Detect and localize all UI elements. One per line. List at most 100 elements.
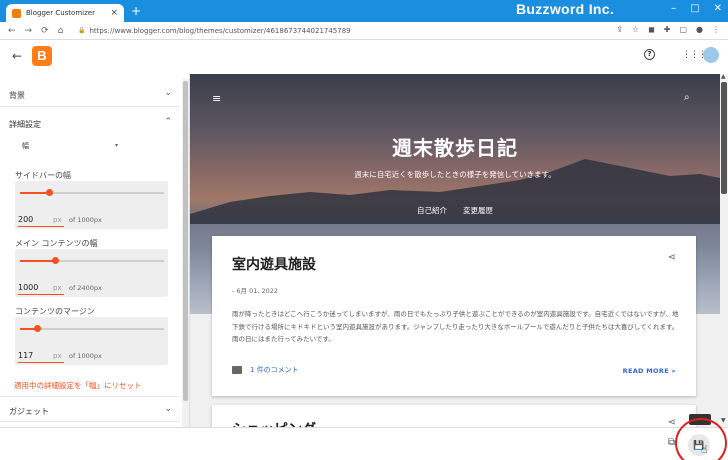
sidebar-width-input[interactable]: 200 [18,215,33,224]
slider-track[interactable] [20,189,164,196]
slider-label-main-width: メイン コンテンツの幅 [15,239,98,248]
profile-icon[interactable]: ● [696,25,703,34]
customizer-panel: 背景 ⌄ 詳細設定 ⌃ 幅 ▾ サイドバーの幅 200 px of 1000px… [0,74,190,427]
blogger-header: ← B ? ⋮⋮⋮ [0,40,728,74]
input-underline [18,226,64,227]
customizer-bottombar: ⧉ 💾 [0,427,728,460]
blogger-logo-icon[interactable]: B [32,46,52,66]
main-width-input[interactable]: 1000 [18,283,38,292]
brand-watermark: Buzzword Inc. [516,1,615,17]
section-label: ガジェット [9,407,49,416]
menu-icon[interactable]: ≡ [212,92,221,105]
dropdown-arrow-icon: ▾ [115,142,119,149]
pointer-cursor-icon: ☝ [701,443,708,456]
lock-icon: 🔒 [78,27,86,34]
section-gadget[interactable]: ガジェット ⌄ [0,396,180,422]
comment-icon [232,366,242,374]
scrollbar-thumb[interactable] [721,82,727,194]
blogger-favicon-icon [12,8,21,18]
section-advanced[interactable]: 詳細設定 ⌃ [0,110,180,136]
section-label: 背景 [9,91,25,100]
slider-track[interactable] [20,257,164,264]
unit-label: px [53,216,62,224]
back-arrow-icon[interactable]: ← [12,49,22,63]
extension-icon[interactable]: ◼ [648,25,655,34]
chevron-down-icon: ⌄ [164,88,172,98]
chevron-up-icon: ⌃ [164,117,172,127]
blog-preview: ≡ ⌕ 週末散歩日記 週末に自宅近くを散歩したときの様子を発信していきます。 自… [190,74,728,427]
slider-label-content-margin: コンテンツのマージン [15,307,95,316]
share-page-icon[interactable]: ⇪ [616,25,623,34]
unit-label: px [53,284,62,292]
reload-icon[interactable]: ⟳ [41,26,49,36]
blog-description: 週末に自宅近くを散歩したときの様子を発信していきます。 [354,170,556,179]
chevron-down-icon: ⌄ [164,404,172,414]
search-icon[interactable]: ⌕ [684,92,690,103]
slider-fill [20,192,49,194]
max-label: of 2400px [69,284,102,292]
scroll-down-icon[interactable]: ▼ [721,417,726,424]
post-title[interactable]: 室内遊具施設 [232,254,316,274]
post-card: ショッピング ⋖ [212,405,696,427]
maximize-icon[interactable]: □ [690,3,699,14]
close-tab-icon[interactable]: × [110,8,118,18]
main-width-control: 1000 px of 2400px [15,249,168,297]
help-icon[interactable]: ? [644,49,655,60]
nav-link-about[interactable]: 自己紹介 [417,205,447,216]
home-icon[interactable]: ⌂ [58,26,64,36]
reset-advanced-link[interactable]: 適用中の詳細設定を「幅」にリセット [14,380,142,391]
post-card: 室内遊具施設 ⋖ - 6月 01, 2022 雨が降ったときはどこへ行こうか迷っ… [212,236,696,396]
url-text: https://www.blogger.com/blog/themes/cust… [89,26,351,35]
blog-title[interactable]: 週末散歩日記 [190,132,720,161]
tab-title: Blogger Customizer [26,9,95,17]
slider-fill [20,260,55,262]
sidebar-width-control: 200 px of 1000px [15,181,168,229]
puzzle-icon[interactable]: ✚ [664,25,671,34]
new-tab-button[interactable]: + [131,4,141,18]
close-window-icon[interactable]: ✕ [714,3,722,14]
share-icon[interactable]: ⋖ [668,417,676,427]
window-controls: – □ ✕ [671,3,722,14]
address-bar: ← → ⟳ ⌂ 🔒 https://www.blogger.com/blog/t… [0,22,728,40]
bookmark-star-icon[interactable]: ☆ [632,25,639,34]
max-label: of 1000px [69,352,102,360]
browser-titlebar: Blogger Customizer × + Buzzword Inc. – □… [0,0,728,22]
share-icon[interactable]: ⋖ [668,252,676,263]
scroll-up-icon[interactable]: ▲ [721,74,726,80]
blog-nav: 自己紹介 変更履歴 [190,205,720,216]
slider-thumb[interactable] [34,325,42,332]
nav-buttons: ← → ⟳ ⌂ [0,26,78,36]
panel-scrollbar[interactable] [182,79,189,427]
max-label: of 1000px [69,216,102,224]
post-excerpt: 雨が降ったときはどこへ行こうか迷ってしまいますが、雨の日でもたっぷり子供と遊ぶこ… [232,310,679,343]
scrollbar-thumb[interactable] [183,81,188,401]
browser-tab[interactable]: Blogger Customizer × [6,4,124,22]
post-title[interactable]: ショッピング [232,419,316,427]
slider-track[interactable] [20,325,164,332]
read-more-link[interactable]: READ MORE » [623,367,676,375]
section-background[interactable]: 背景 ⌄ [0,81,180,107]
avatar[interactable] [703,47,719,63]
browser-menu-icon[interactable]: ⋮ [712,25,720,34]
back-nav-icon[interactable]: ← [8,26,16,36]
slider-thumb[interactable] [45,189,53,196]
minimize-icon[interactable]: – [671,3,676,14]
content-margin-control: 117 px of 1000px [15,317,168,365]
input-underline [18,294,64,295]
preview-scrollbar[interactable]: ▲ ▼ [720,74,728,427]
section-label: 詳細設定 [9,120,41,129]
content-margin-input[interactable]: 117 [18,351,33,360]
slider-label-sidebar-width: サイドバーの幅 [15,171,71,180]
select-value: 幅 [22,142,29,150]
comment-link[interactable]: 1 件のコメント [232,365,299,375]
url-field[interactable]: 🔒 https://www.blogger.com/blog/themes/cu… [78,27,351,35]
slider-thumb[interactable] [51,257,59,264]
nav-link-changelog[interactable]: 変更履歴 [463,205,493,216]
unit-label: px [53,352,62,360]
comment-count: 1 件のコメント [250,366,299,374]
extension-icons: ⇪ ☆ ◼ ✚ ▢ ● ⋮ [616,25,720,34]
sidepanel-icon[interactable]: ▢ [679,25,687,34]
advanced-category-select[interactable]: 幅 ▾ [22,141,122,155]
post-date: - 6月 01, 2022 [232,287,279,295]
forward-nav-icon[interactable]: → [25,26,33,36]
